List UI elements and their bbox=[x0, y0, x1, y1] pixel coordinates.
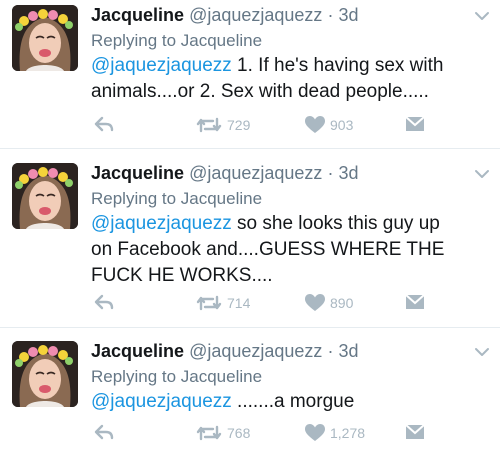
like-button[interactable]: 890 bbox=[305, 294, 353, 312]
timestamp[interactable]: 3d bbox=[338, 5, 358, 25]
reply-icon bbox=[94, 424, 114, 440]
chevron-down-icon[interactable] bbox=[474, 346, 490, 358]
handle[interactable]: @jaquezjaquezz bbox=[189, 5, 322, 25]
reply-button[interactable] bbox=[94, 116, 114, 132]
like-button[interactable]: 903 bbox=[305, 116, 353, 134]
tweet[interactable]: Jacqueline @jaquezjaquezz · 3d Replying … bbox=[0, 0, 500, 148]
tweet-actions: 714 890 bbox=[0, 294, 500, 316]
timestamp[interactable]: 3d bbox=[338, 341, 358, 361]
mention-link[interactable]: @jaquezjaquezz bbox=[91, 55, 232, 76]
reply-icon bbox=[94, 116, 114, 132]
tweet-text: @jaquezjaquezz .......a morgue bbox=[91, 389, 486, 415]
tweet[interactable]: Jacqueline @jaquezjaquezz · 3d Replying … bbox=[0, 336, 500, 451]
retweet-button[interactable]: 714 bbox=[196, 294, 250, 312]
separator: · bbox=[327, 5, 334, 25]
mention-link[interactable]: @jaquezjaquezz bbox=[91, 213, 232, 234]
tweet-actions: 729 903 bbox=[0, 116, 500, 138]
mention-link[interactable]: @jaquezjaquezz bbox=[91, 391, 232, 412]
timestamp[interactable]: 3d bbox=[338, 163, 358, 183]
dm-button[interactable] bbox=[405, 116, 425, 132]
tweet-text-line: 1. If he's having sex with bbox=[231, 55, 444, 76]
reply-button[interactable] bbox=[94, 294, 114, 310]
tweet-text-line: .......a morgue bbox=[231, 391, 355, 412]
tweet-header: Jacqueline @jaquezjaquezz · 3d bbox=[91, 339, 358, 363]
tweet-text-line: FUCK HE WORKS.... bbox=[91, 265, 273, 286]
reply-button[interactable] bbox=[94, 424, 114, 440]
avatar[interactable] bbox=[12, 5, 78, 71]
avatar[interactable] bbox=[12, 341, 78, 407]
chevron-down-icon[interactable] bbox=[474, 168, 490, 180]
heart-icon bbox=[305, 294, 325, 311]
tweet-text-line: animals....or 2. Sex with dead people...… bbox=[91, 81, 429, 102]
handle[interactable]: @jaquezjaquezz bbox=[189, 163, 322, 183]
tweet[interactable]: Jacqueline @jaquezjaquezz · 3d Replying … bbox=[0, 158, 500, 330]
retweet-icon bbox=[196, 295, 222, 311]
chevron-down-icon[interactable] bbox=[474, 10, 490, 22]
envelope-icon bbox=[405, 424, 425, 439]
envelope-icon bbox=[405, 116, 425, 131]
retweet-count: 768 bbox=[227, 425, 251, 441]
tweet-actions: 768 1,278 bbox=[0, 424, 500, 446]
retweet-icon bbox=[196, 425, 222, 441]
heart-icon bbox=[305, 116, 325, 133]
replying-to: Replying to Jacqueline bbox=[91, 189, 263, 208]
tweet-text: @jaquezjaquezz so she looks this guy up … bbox=[91, 211, 486, 289]
retweet-icon bbox=[196, 117, 222, 133]
tweet-text: @jaquezjaquezz 1. If he's having sex wit… bbox=[91, 53, 486, 105]
retweet-button[interactable]: 729 bbox=[196, 116, 250, 134]
envelope-icon bbox=[405, 294, 425, 309]
display-name[interactable]: Jacqueline bbox=[91, 341, 184, 361]
avatar[interactable] bbox=[12, 163, 78, 229]
divider bbox=[0, 327, 500, 328]
dm-button[interactable] bbox=[405, 294, 425, 310]
tweet-text-line: on Facebook and....GUESS WHERE THE bbox=[91, 239, 445, 260]
display-name[interactable]: Jacqueline bbox=[91, 163, 184, 183]
heart-icon bbox=[305, 424, 325, 441]
tweet-header: Jacqueline @jaquezjaquezz · 3d bbox=[91, 3, 358, 27]
separator: · bbox=[327, 163, 334, 183]
retweet-count: 714 bbox=[227, 295, 251, 311]
tweet-text-line: so she looks this guy up bbox=[231, 213, 440, 234]
handle[interactable]: @jaquezjaquezz bbox=[189, 341, 322, 361]
separator: · bbox=[327, 341, 334, 361]
divider bbox=[0, 148, 500, 149]
like-count: 1,278 bbox=[330, 425, 366, 441]
reply-icon bbox=[94, 294, 114, 310]
retweet-button[interactable]: 768 bbox=[196, 424, 250, 442]
replying-to: Replying to Jacqueline bbox=[91, 31, 263, 50]
tweet-header: Jacqueline @jaquezjaquezz · 3d bbox=[91, 161, 358, 185]
display-name[interactable]: Jacqueline bbox=[91, 5, 184, 25]
retweet-count: 729 bbox=[227, 117, 251, 133]
replying-to: Replying to Jacqueline bbox=[91, 367, 263, 386]
dm-button[interactable] bbox=[405, 424, 425, 440]
like-button[interactable]: 1,278 bbox=[305, 424, 365, 442]
like-count: 890 bbox=[330, 295, 354, 311]
like-count: 903 bbox=[330, 117, 354, 133]
